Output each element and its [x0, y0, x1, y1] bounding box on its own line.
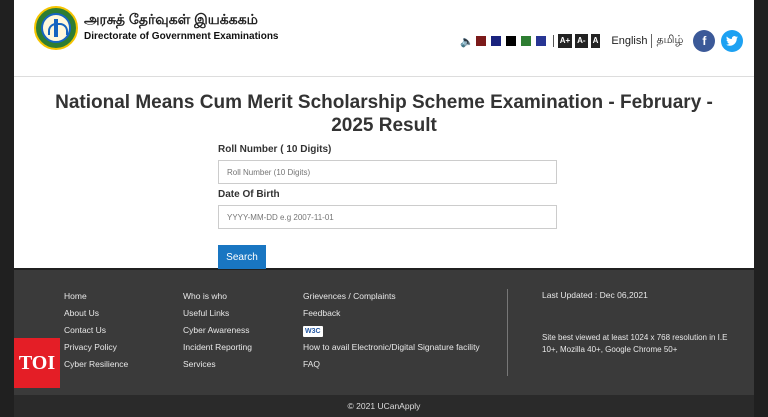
footer-col-2: Who is who Useful Links Cyber Awareness … [183, 290, 252, 375]
footer: Home About Us Contact Us Privacy Policy … [14, 270, 754, 395]
theme-blue-button[interactable] [535, 36, 546, 46]
search-button[interactable]: Search [218, 245, 266, 269]
lang-english-link[interactable]: English [611, 35, 647, 47]
footer-link-services[interactable]: Services [183, 358, 252, 375]
dob-input[interactable] [218, 205, 557, 229]
emblem-icon [41, 13, 71, 43]
header-divider [14, 76, 754, 77]
best-viewed-text: Site best viewed at least 1024 x 768 res… [542, 333, 728, 354]
tamil-nadu-emblem-logo [34, 6, 78, 50]
facebook-icon[interactable]: f [693, 30, 716, 52]
footer-link-contact[interactable]: Contact Us [64, 324, 128, 341]
footer-col-3: Grievences / Complaints Feedback W3C How… [303, 290, 480, 375]
org-name-tamil: அரசுத் தேர்வுகள் இயக்ககம் [84, 11, 258, 27]
font-decrease-button[interactable]: A- [575, 34, 588, 48]
page-title: National Means Cum Merit Scholarship Sch… [55, 92, 713, 136]
accessibility-toolbar: 🔈 A+ A- A English தமிழ் f [460, 30, 744, 52]
roll-number-input[interactable] [218, 160, 557, 184]
last-updated-text: Last Updated : Dec 06,2021 [542, 290, 648, 300]
w3c-badge-link[interactable]: W3C [303, 324, 480, 341]
w3c-logo-icon: W3C [303, 326, 323, 337]
speaker-icon[interactable]: 🔈 [460, 35, 474, 48]
page-body: அரசுத் தேர்வுகள் இயக்ககம் Directorate of… [14, 0, 754, 269]
roll-number-label: Roll Number ( 10 Digits) [218, 144, 332, 155]
footer-link-faq[interactable]: FAQ [303, 358, 480, 375]
theme-green-button[interactable] [520, 36, 531, 46]
footer-link-cyber-resilience[interactable]: Cyber Resilience [64, 358, 128, 375]
footer-link-who-is-who[interactable]: Who is who [183, 290, 252, 307]
divider [552, 35, 554, 47]
toi-watermark-logo: TOI [14, 338, 60, 388]
footer-link-home[interactable]: Home [64, 290, 128, 307]
footer-link-useful-links[interactable]: Useful Links [183, 307, 252, 324]
org-name-english: Directorate of Government Examinations [84, 31, 279, 42]
theme-black-button[interactable] [505, 36, 516, 46]
font-reset-button[interactable]: A [590, 34, 601, 48]
twitter-icon[interactable] [721, 30, 744, 52]
screen: அரசுத் தேர்வுகள் இயக்ககம் Directorate of… [0, 0, 768, 417]
footer-col-1: Home About Us Contact Us Privacy Policy … [64, 290, 128, 375]
footer-link-incident-reporting[interactable]: Incident Reporting [183, 341, 252, 358]
font-increase-button[interactable]: A+ [557, 34, 573, 48]
copyright-text: © 2021 UCanApply [14, 395, 754, 417]
footer-link-grievances[interactable]: Grievences / Complaints [303, 290, 480, 307]
theme-maroon-button[interactable] [475, 36, 486, 46]
footer-link-cyber-awareness[interactable]: Cyber Awareness [183, 324, 252, 341]
footer-link-privacy[interactable]: Privacy Policy [64, 341, 128, 358]
footer-link-digital-signature[interactable]: How to avail Electronic/Digital Signatur… [303, 341, 480, 358]
footer-divider [507, 289, 508, 376]
footer-link-feedback[interactable]: Feedback [303, 307, 480, 324]
lang-tamil-link[interactable]: தமிழ் [651, 34, 683, 48]
theme-navy-button[interactable] [490, 36, 501, 46]
dob-label: Date Of Birth [218, 189, 280, 200]
footer-link-about[interactable]: About Us [64, 307, 128, 324]
